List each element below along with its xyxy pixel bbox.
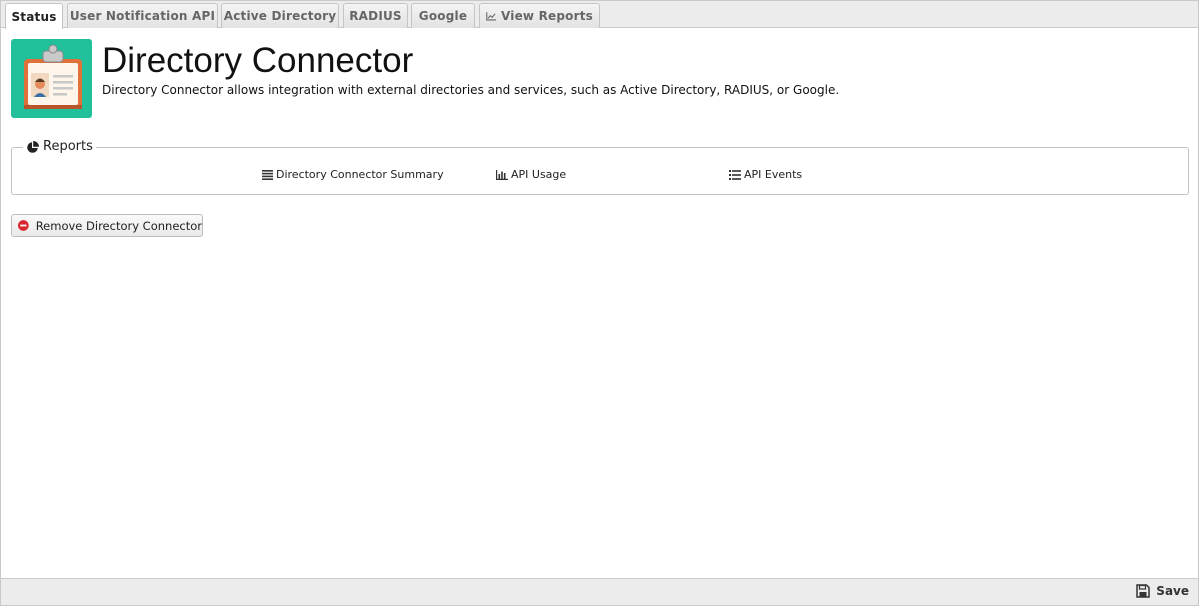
page-title: Directory Connector [102,41,414,80]
tab-label: Active Directory [223,9,337,23]
tab-status[interactable]: Status [5,3,63,29]
tab-bar: Status User Notification API Active Dire… [1,1,1198,29]
minus-circle-icon [18,220,29,231]
reports-group: Reports Directory Connector Summary API … [11,139,1189,195]
report-link-directory-connector-summary[interactable]: Directory Connector Summary [262,168,444,181]
report-link-label: API Usage [511,168,567,181]
floppy-disk-icon [1136,584,1151,598]
tab-view-reports[interactable]: View Reports [479,3,600,28]
tab-label: View Reports [500,9,593,23]
remove-directory-connector-button[interactable]: Remove Directory Connector [11,214,203,237]
id-badge-clipboard-icon [11,39,92,118]
bar-chart-icon [496,169,508,180]
align-justify-icon [262,169,273,180]
pie-chart-icon [27,140,39,153]
tab-label: Google [418,9,468,23]
reports-legend: Reports [23,139,96,155]
footer-bar: Save [1,578,1198,605]
remove-button-label: Remove Directory Connector [35,218,202,233]
page-description: Directory Connector allows integration w… [102,83,840,97]
tab-label: User Notification API [69,9,216,23]
line-chart-icon [486,11,496,20]
app-window: Status User Notification API Active Dire… [0,0,1199,606]
reports-legend-label: Reports [43,139,93,154]
tab-active-directory[interactable]: Active Directory [221,3,339,28]
report-link-api-events[interactable]: API Events [729,168,802,181]
save-label: Save [1156,584,1189,598]
save-button[interactable]: Save [1136,584,1189,598]
report-link-label: Directory Connector Summary [276,168,444,181]
tab-label: RADIUS [349,9,402,23]
report-link-api-usage[interactable]: API Usage [496,168,566,181]
list-icon [729,169,741,180]
tab-user-notification-api[interactable]: User Notification API [67,3,218,28]
tab-radius[interactable]: RADIUS [343,3,408,28]
tab-label: Status [11,9,57,24]
tab-google[interactable]: Google [411,3,475,28]
report-link-label: API Events [744,168,803,181]
